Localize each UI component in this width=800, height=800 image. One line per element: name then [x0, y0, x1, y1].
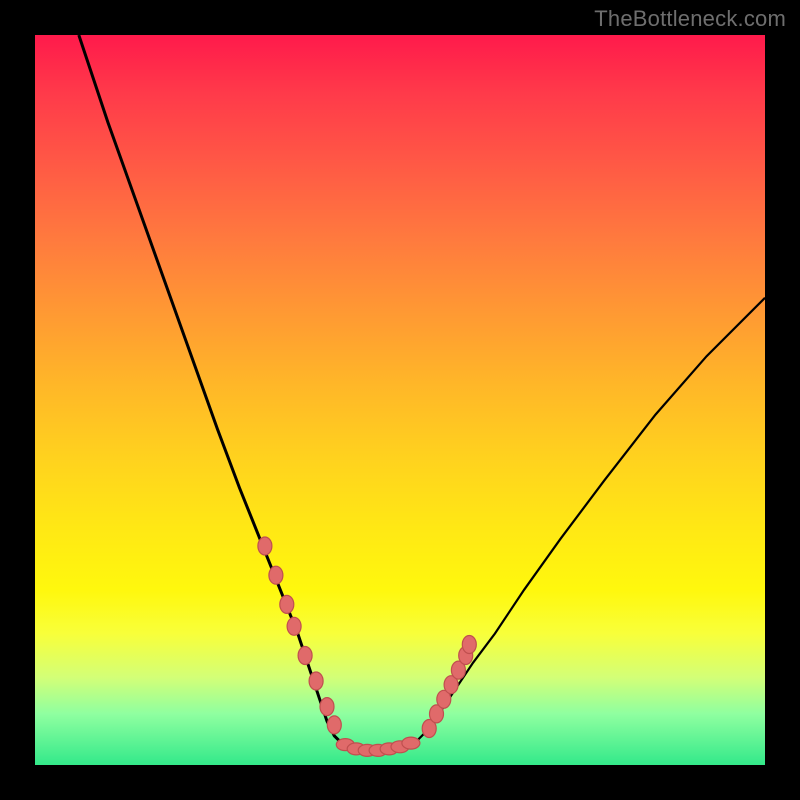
data-marker	[280, 595, 294, 613]
data-marker	[402, 737, 420, 749]
curve-right-branch	[415, 298, 765, 743]
marker-cluster-floor	[336, 737, 420, 756]
data-marker	[258, 537, 272, 555]
curve-left-branch	[79, 35, 342, 743]
data-marker	[269, 566, 283, 584]
data-marker	[309, 672, 323, 690]
marker-cluster-right	[422, 636, 476, 738]
data-marker	[287, 617, 301, 635]
chart-frame: TheBottleneck.com	[0, 0, 800, 800]
plot-area	[35, 35, 765, 765]
data-marker	[462, 636, 476, 654]
data-marker	[320, 698, 334, 716]
curve-svg	[35, 35, 765, 765]
watermark-label: TheBottleneck.com	[594, 6, 786, 32]
data-marker	[327, 716, 341, 734]
data-marker	[298, 647, 312, 665]
